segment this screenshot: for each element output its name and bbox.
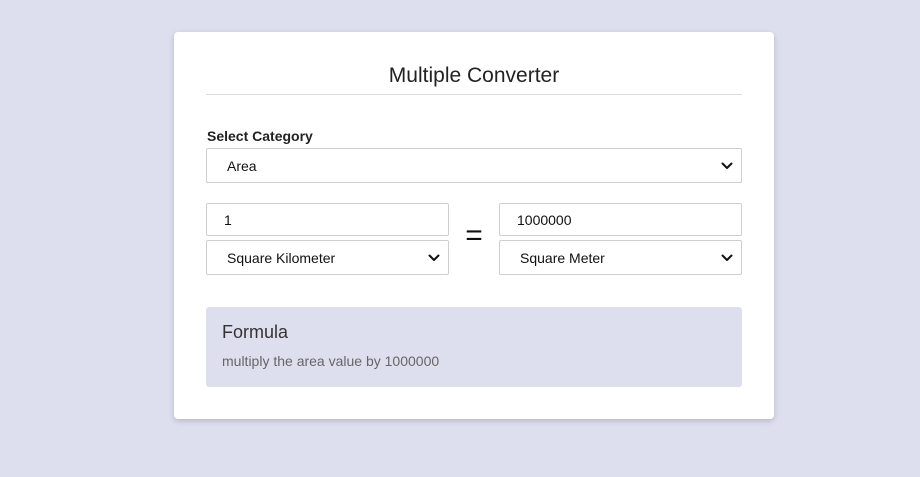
formula-text: multiply the area value by 1000000 [222, 353, 440, 369]
from-unit-select[interactable]: Square Kilometer [206, 240, 449, 275]
to-unit-select[interactable]: Square Meter [499, 240, 742, 275]
category-select[interactable]: Area [206, 148, 742, 183]
from-value-text: 1 [224, 211, 232, 228]
category-label: Select Category [207, 128, 313, 144]
from-value-input[interactable]: 1 [206, 203, 449, 236]
from-unit-value: Square Kilometer [227, 249, 336, 266]
formula-heading: Formula [222, 322, 289, 342]
chevron-down-icon [721, 254, 733, 261]
category-select-value: Area [227, 157, 257, 174]
to-unit-value: Square Meter [520, 249, 605, 266]
title-divider [206, 94, 742, 95]
page-title: Multiple Converter [388, 64, 560, 87]
chevron-down-icon [721, 162, 733, 169]
chevron-down-icon [428, 254, 440, 261]
to-value-input[interactable]: 1000000 [499, 203, 742, 236]
formula-panel: Formula multiply the area value by 10000… [206, 307, 742, 387]
to-value-text: 1000000 [517, 211, 572, 228]
equals-sign: = [465, 219, 483, 252]
converter-card: Multiple Converter Select Category Area … [174, 32, 774, 419]
